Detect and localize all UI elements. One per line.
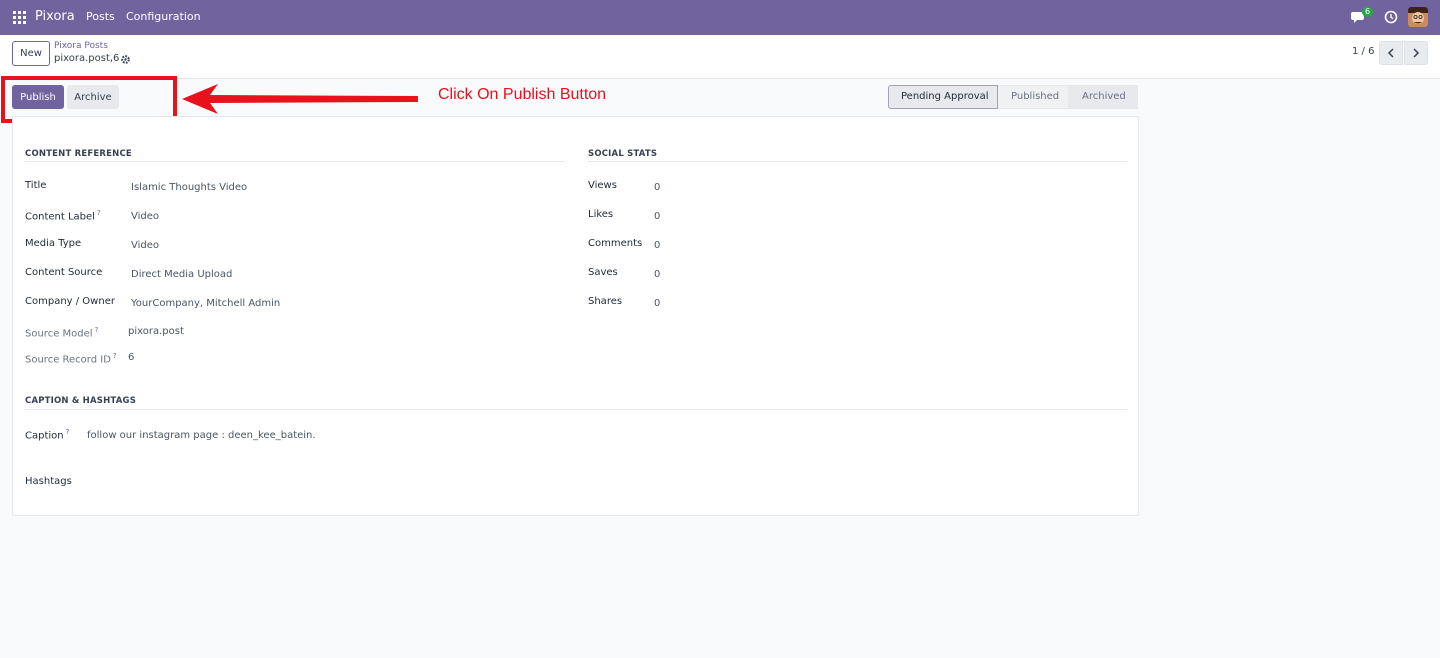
new-button[interactable]: New [12,41,50,66]
field-value-media-type[interactable]: Video [131,240,159,251]
stage-label: Archived [1082,91,1126,102]
menu-posts[interactable]: Posts [86,10,115,23]
pager-value[interactable]: 1 / 6 [1352,46,1374,57]
form-sheet: CONTENT REFERENCE Title Islamic Thoughts… [12,116,1139,516]
pager-next-button[interactable] [1404,41,1428,65]
field-value-source-model: pixora.post [128,326,184,337]
field-label-company-owner: Company / Owner [25,296,115,307]
field-value-source-record-id: 6 [128,352,135,363]
chevron-right-icon [1413,48,1420,58]
field-value-title[interactable]: Islamic Thoughts Video [131,182,247,193]
section-title-caption-hashtags: CAPTION & HASHTAGS [25,396,137,406]
help-tooltip-icon[interactable]: ? [95,326,99,334]
help-tooltip-icon[interactable]: ? [66,428,70,436]
field-value-caption[interactable]: follow our instagram page : deen_kee_bat… [87,430,316,441]
pager-previous-button[interactable] [1379,41,1403,65]
annotation-arrow-icon [182,84,418,114]
annotation-text: Click On Publish Button [438,86,607,103]
section-title-content-reference: CONTENT REFERENCE [25,149,132,159]
control-panel: New Pixora Posts pixora.post,6 1 / 6 [0,35,1440,79]
stage-pending-approval[interactable]: Pending Approval [888,85,998,109]
field-value-comments: 0 [654,240,661,251]
stage-published[interactable]: Published [998,85,1068,109]
app-brand[interactable]: Pixora [35,9,75,24]
field-value-views: 0 [654,182,661,193]
field-label-source-record-id: Source Record ID? [25,352,117,366]
stage-label: Pending Approval [901,91,989,102]
field-value-company-owner[interactable]: YourCompany, Mitchell Admin [131,298,280,309]
help-tooltip-icon[interactable]: ? [97,209,101,217]
field-value-content-source[interactable]: Direct Media Upload [131,269,232,280]
help-tooltip-icon[interactable]: ? [113,352,117,360]
field-label-hashtags: Hashtags [25,476,72,487]
field-label-content-label: Content Label? [25,209,101,223]
top-navbar: Pixora Posts Configuration 6 [0,0,1440,35]
field-label-content-source: Content Source [25,267,103,278]
field-value-content-label[interactable]: Video [131,211,159,222]
field-label-source-model: Source Model? [25,326,99,340]
stage-label: Published [1011,91,1060,102]
section-title-social-stats: SOCIAL STATS [588,149,658,159]
field-label-title: Title [25,180,47,191]
chevron-left-icon [1387,48,1394,58]
section-divider [588,161,1127,162]
section-divider [25,409,1127,410]
clock-icon[interactable] [1384,10,1398,24]
stage-archived[interactable]: Archived [1068,85,1138,109]
field-label-likes: Likes [588,209,614,220]
chat-count-badge: 6 [1362,7,1374,17]
field-value-saves: 0 [654,269,661,280]
field-label-comments: Comments [588,238,643,249]
status-bar: Pending Approval Published Archived [888,85,1138,109]
field-label-shares: Shares [588,296,623,307]
breadcrumb-current: pixora.post,6 [54,53,120,64]
apps-grid-icon[interactable] [13,11,26,24]
avatar[interactable] [1408,7,1428,27]
breadcrumb-parent[interactable]: Pixora Posts [54,41,108,51]
gear-icon[interactable] [120,54,131,65]
menu-configuration[interactable]: Configuration [126,10,201,23]
field-label-caption: Caption? [25,428,70,442]
field-value-likes: 0 [654,211,661,222]
field-label-views: Views [588,180,617,191]
field-value-shares: 0 [654,298,661,309]
section-divider [25,161,564,162]
field-label-saves: Saves [588,267,618,278]
field-label-media-type: Media Type [25,238,82,249]
